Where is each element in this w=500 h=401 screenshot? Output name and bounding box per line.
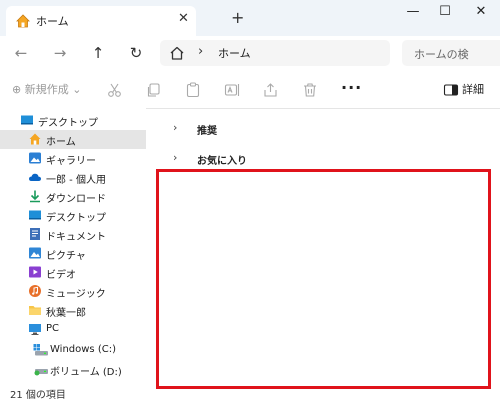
sidebar-item-label: PC — [46, 323, 60, 334]
sidebar-item-label: ピクチャ — [46, 251, 86, 262]
item-count: 21 個の項目 — [10, 390, 66, 401]
download-icon — [28, 189, 42, 203]
details-button[interactable]: 詳細 — [462, 81, 484, 97]
desktop-icon — [20, 113, 34, 127]
chevron-right-icon[interactable]: › — [173, 121, 177, 134]
sidebar-item-onedrive[interactable]: 一郎 - 個人用 — [0, 168, 146, 187]
tab-bar: ホーム ✕ + — ☐ ✕ — [0, 0, 500, 36]
chevron-right-icon[interactable]: › — [198, 44, 203, 59]
search-input[interactable]: ホームの検 — [402, 40, 500, 66]
document-icon — [28, 227, 42, 241]
new-tab-button[interactable]: + — [231, 8, 244, 27]
navigation-pane: デスクトップ ホーム ギャラリー 一郎 - 個人用 ダウンロード デスクトップ … — [0, 108, 146, 384]
sidebar-item-label: ホーム — [46, 137, 76, 148]
drive-icon — [33, 362, 48, 376]
music-icon — [28, 284, 42, 298]
command-bar: ⊕ 新規作成 ⌄ ··· 詳細 — [0, 72, 500, 109]
sidebar-item-label: ボリューム (D:) — [50, 367, 122, 378]
video-icon — [28, 265, 42, 279]
sidebar-item-label: ドキュメント — [46, 232, 106, 243]
chevron-right-icon[interactable]: › — [173, 151, 177, 164]
refresh-button[interactable]: ↻ — [125, 42, 147, 64]
home-folder-icon — [28, 132, 42, 146]
sidebar-item-music[interactable]: ミュージック — [0, 282, 146, 301]
sidebar-item-documents[interactable]: ドキュメント — [0, 225, 146, 244]
sidebar-item-label: ギャラリー — [46, 156, 96, 167]
sidebar-item-label: 秋葉一郎 — [46, 308, 86, 319]
sidebar-item-label: デスクトップ — [46, 213, 106, 224]
cloud-icon — [28, 170, 42, 184]
sidebar-item-downloads[interactable]: ダウンロード — [0, 187, 146, 206]
computer-icon — [28, 322, 42, 336]
home-icon[interactable] — [168, 44, 186, 62]
up-button[interactable]: ↑ — [87, 42, 109, 64]
maximize-button[interactable]: ☐ — [430, 4, 460, 26]
details-pane-icon[interactable] — [442, 81, 460, 99]
sidebar-item-label: デスクトップ — [38, 118, 98, 129]
sidebar-item-desktop[interactable]: デスクトップ — [0, 206, 146, 225]
home-folder-icon — [15, 13, 31, 29]
back-button[interactable]: ← — [10, 42, 32, 64]
share-icon[interactable] — [262, 81, 280, 99]
navigation-bar: ← → ↑ ↻ › ホーム ホームの検 — [0, 36, 500, 72]
sidebar-item-pc[interactable]: PC — [0, 320, 146, 339]
address-bar[interactable]: › ホーム — [160, 40, 390, 66]
group-label: お気に入り — [197, 156, 247, 167]
new-button[interactable]: ⊕ 新規作成 ⌄ — [12, 81, 81, 97]
group-label: 推奨 — [197, 126, 217, 137]
picture-icon — [28, 246, 42, 260]
sidebar-item-drive-d[interactable]: ボリューム (D:) — [0, 360, 146, 379]
cut-icon[interactable] — [106, 81, 124, 99]
paste-icon[interactable] — [184, 81, 202, 99]
sidebar-item-user-folder[interactable]: 秋葉一郎 — [0, 301, 146, 320]
delete-icon[interactable] — [301, 81, 319, 99]
folder-icon — [28, 303, 42, 317]
close-tab-icon[interactable]: ✕ — [178, 11, 189, 26]
group-favorites[interactable]: › お気に入り — [173, 150, 373, 168]
highlight-box — [156, 169, 491, 389]
sidebar-item-desktop-root[interactable]: デスクトップ — [0, 111, 146, 130]
sidebar-item-label: 一郎 - 個人用 — [46, 175, 106, 186]
sidebar-item-label: Windows (C:) — [50, 344, 116, 355]
close-window-button[interactable]: ✕ — [466, 4, 496, 26]
windows-drive-icon — [33, 343, 48, 357]
tab-home[interactable]: ホーム ✕ — [6, 6, 196, 36]
sidebar-item-pictures[interactable]: ピクチャ — [0, 244, 146, 263]
sidebar-item-drive-c[interactable]: Windows (C:) — [0, 341, 146, 360]
desktop-icon — [28, 208, 42, 222]
minimize-button[interactable]: — — [398, 4, 428, 26]
gallery-icon — [28, 151, 42, 165]
address-text[interactable]: ホーム — [218, 45, 251, 61]
sidebar-item-label: ミュージック — [46, 289, 106, 300]
more-options-button[interactable]: ··· — [341, 78, 362, 97]
search-placeholder: ホームの検 — [414, 48, 469, 61]
sidebar-item-label: ダウンロード — [46, 194, 106, 205]
sidebar-item-label: ビデオ — [46, 270, 76, 281]
sidebar-item-home[interactable]: ホーム — [0, 130, 146, 149]
sidebar-item-videos[interactable]: ビデオ — [0, 263, 146, 282]
rename-icon[interactable] — [223, 81, 241, 99]
tab-title: ホーム — [36, 15, 69, 28]
copy-icon[interactable] — [145, 81, 163, 99]
forward-button[interactable]: → — [49, 42, 71, 64]
group-recommended[interactable]: › 推奨 — [173, 120, 373, 138]
sidebar-item-gallery[interactable]: ギャラリー — [0, 149, 146, 168]
